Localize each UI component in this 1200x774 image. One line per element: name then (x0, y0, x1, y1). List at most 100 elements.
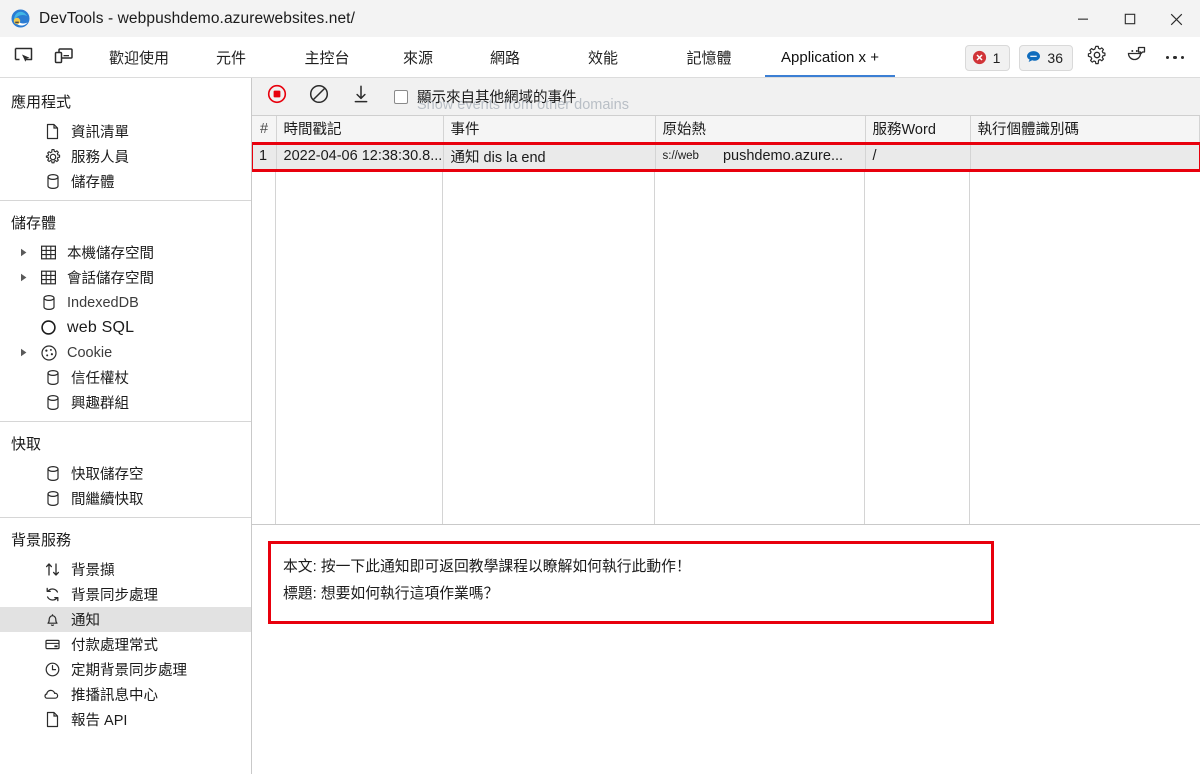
sidebar-section-title: 背景服務 (11, 532, 72, 549)
tab-console[interactable]: 主控台 (275, 38, 379, 77)
notifications-panel: 顯示來自其他網域的事件 Show events from other domai… (252, 78, 1200, 774)
inspect-element-button[interactable] (9, 44, 37, 72)
checkbox-box[interactable] (394, 89, 408, 104)
sidebar-item-label: Cookie (67, 344, 113, 361)
manifest-file-icon (42, 121, 63, 142)
maximize-button[interactable] (1106, 0, 1153, 38)
sidebar-item-periodic-background-sync[interactable]: 定期背景同步處理 (0, 657, 251, 682)
tab-label: 歡迎使用 (108, 50, 169, 67)
download-arrow-icon (351, 83, 371, 110)
bell-icon (42, 609, 63, 630)
database-icon (42, 463, 63, 484)
tab-elements[interactable]: 元件 (187, 38, 275, 77)
minimize-button[interactable] (1059, 0, 1106, 38)
tab-label: 記憶體 (686, 50, 732, 67)
tab-label: 來源 (402, 50, 433, 67)
settings-button[interactable] (1082, 43, 1112, 73)
sidebar-item-label: 推播訊息中心 (71, 688, 158, 704)
tab-performance[interactable]: 效能 (553, 38, 653, 77)
cell-origin-scheme: s://web (662, 150, 699, 162)
sidebar-item-storage[interactable]: 儲存體 (0, 169, 251, 194)
record-button[interactable] (264, 84, 290, 110)
clear-circle-slash-icon (308, 83, 330, 110)
sidebar-item-trust-tokens[interactable]: 信任權杖 (0, 365, 251, 390)
clear-button[interactable] (306, 84, 332, 110)
column-header-origin[interactable]: 原始熱 (655, 116, 866, 143)
error-count-badge[interactable]: 1 (964, 44, 1011, 71)
tab-application[interactable]: Application x + (765, 38, 895, 77)
sidebar-item-background-fetch[interactable]: 背景擷 (0, 557, 251, 582)
show-other-domains-checkbox[interactable]: 顯示來自其他網域的事件 Show events from other domai… (394, 86, 629, 113)
sidebar-section-cache: 快取 快取儲存空 間繼續快取 (0, 421, 251, 517)
sidebar-section-storage: 儲存體 本機儲存空間 會話儲存空間 IndexedDB web SQL Cook… (0, 200, 251, 421)
sidebar-item-label: 會話儲存空間 (67, 271, 154, 287)
grid-column-divider (970, 171, 1200, 525)
tab-network[interactable]: 網路 (457, 38, 553, 77)
column-header-index[interactable]: # (252, 116, 277, 143)
database-icon (42, 392, 63, 413)
sidebar-item-interest-groups[interactable]: 興趣群組 (0, 390, 251, 415)
grid-column-divider (865, 170, 970, 524)
grid-column-divider (276, 170, 443, 524)
tool-buttons (0, 38, 77, 77)
devtools-tab-strip: 歡迎使用 元件 主控台 來源 網路 效能 記憶體 Application x + (0, 38, 1200, 78)
cell-event: 通知 dis la end (443, 142, 656, 171)
sidebar-item-service-workers[interactable]: 服務人員 (0, 144, 251, 169)
column-header-timestamp[interactable]: 時間戳記 (276, 116, 444, 143)
events-table-wrapper: # 時間戳記 事件 原始熱 服務Word 執行個體識別碼 1 2022-04-0… (252, 116, 1200, 524)
report-file-icon (42, 709, 63, 730)
error-circle-icon (972, 50, 987, 65)
tab-sources[interactable]: 來源 (379, 38, 457, 77)
sidebar-section-title: 快取 (11, 436, 42, 453)
chevron-right-icon[interactable] (18, 272, 30, 284)
feedback-button[interactable] (1121, 43, 1151, 73)
device-toolbar-icon (53, 45, 74, 71)
sidebar-item-notifications[interactable]: 通知 (0, 607, 251, 632)
cell-origin: s://web pushdemo.azure... (655, 142, 866, 171)
device-emulation-button[interactable] (49, 44, 77, 72)
title-bar-left: DevTools - webpushdemo.azurewebsites.net… (0, 9, 355, 28)
sidebar-item-label: IndexedDB (67, 294, 139, 311)
devtools-window: DevTools - webpushdemo.azurewebsites.net… (0, 0, 1200, 774)
message-bubble-icon (1026, 50, 1041, 65)
sidebar-item-cookie[interactable]: Cookie (0, 340, 251, 365)
message-count-badge[interactable]: 36 (1019, 44, 1073, 71)
sidebar-item-local-storage[interactable]: 本機儲存空間 (0, 240, 251, 265)
cookie-icon (38, 342, 59, 363)
sidebar-item-background-sync[interactable]: 背景同步處理 (0, 582, 251, 607)
tab-welcome[interactable]: 歡迎使用 (91, 38, 187, 77)
cell-timestamp: 2022-04-06 12:38:30.8... (276, 142, 444, 171)
sidebar-item-cache-storage[interactable]: 快取儲存空 (0, 461, 251, 486)
cell-service-worker: / (865, 142, 971, 171)
sidebar-item-payment-handler[interactable]: 付款處理常式 (0, 632, 251, 657)
database-icon (42, 488, 63, 509)
column-header-event[interactable]: 事件 (443, 116, 656, 143)
sidebar-item-label: web SQL (67, 318, 135, 336)
chevron-right-icon[interactable] (18, 247, 30, 259)
table-header-row: # 時間戳記 事件 原始熱 服務Word 執行個體識別碼 (252, 116, 1200, 143)
column-header-instance-id[interactable]: 執行個體識別碼 (970, 116, 1200, 143)
sidebar-item-web-sql[interactable]: web SQL (0, 315, 251, 340)
tab-memory[interactable]: 記憶體 (653, 38, 765, 77)
table-row[interactable]: 1 2022-04-06 12:38:30.8... 通知 dis la end… (252, 142, 1200, 171)
sidebar-item-label: 定期背景同步處理 (71, 663, 187, 679)
export-button[interactable] (348, 84, 374, 110)
close-button[interactable] (1153, 0, 1200, 38)
credit-card-icon (42, 634, 63, 655)
sidebar-item-push-messaging[interactable]: 推播訊息中心 (0, 682, 251, 707)
sidebar-item-back-forward-cache[interactable]: 間繼續快取 (0, 486, 251, 511)
sidebar-item-label: 信任權杖 (71, 371, 129, 387)
record-stop-icon (266, 83, 288, 110)
sidebar-item-manifest[interactable]: 資訊清單 (0, 119, 251, 144)
sidebar-item-indexeddb[interactable]: IndexedDB (0, 290, 251, 315)
sidebar-item-reporting-api[interactable]: 報告 API (0, 707, 251, 732)
more-options-button[interactable] (1160, 43, 1190, 73)
table-grid-icon (38, 267, 59, 288)
devtools-body: 應用程式 資訊清單 服務人員 儲存體 儲存體 本機儲存空間 會話儲存空間 Ind… (0, 78, 1200, 774)
sidebar-item-session-storage[interactable]: 會話儲存空間 (0, 265, 251, 290)
sidebar-item-label: 報告 API (71, 713, 128, 729)
cell-origin-host: pushdemo.azure... (722, 148, 844, 164)
column-header-service-worker[interactable]: 服務Word (865, 116, 971, 143)
gear-icon (42, 146, 63, 167)
chevron-right-icon[interactable] (18, 347, 30, 359)
